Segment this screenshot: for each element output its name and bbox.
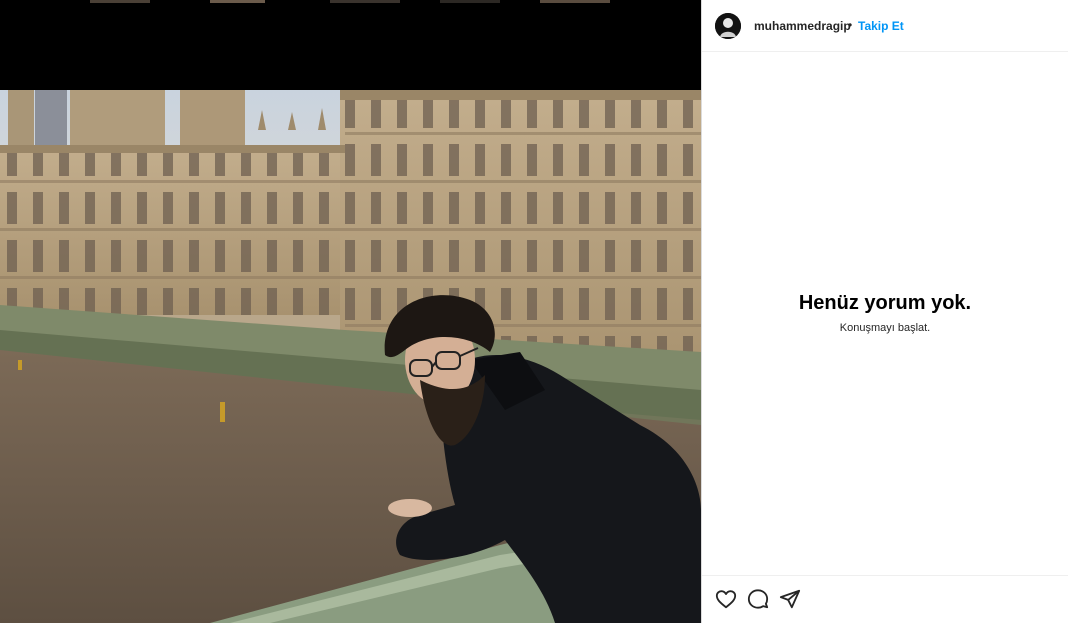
comment-icon [747, 588, 769, 610]
share-icon [779, 588, 801, 610]
heart-icon [715, 588, 737, 610]
like-button[interactable] [715, 588, 737, 610]
no-comments-title: Henüz yorum yok. [798, 292, 972, 314]
post-photo[interactable] [0, 90, 701, 623]
share-button[interactable] [779, 588, 801, 610]
post-media-pane [0, 0, 701, 623]
action-bar [702, 575, 1068, 623]
avatar[interactable] [715, 13, 741, 39]
post-header: muhammedragip • Takip Et [702, 0, 1068, 52]
top-thumbnail-strip [0, 0, 701, 3]
follow-button[interactable]: Takip Et [858, 19, 904, 33]
comment-button[interactable] [747, 588, 769, 610]
username-link[interactable]: muhammedragip [754, 19, 851, 33]
start-conversation-text: Konuşmayı başlat. [839, 322, 931, 334]
comments-panel: muhammedragip • Takip Et Henüz yorum yok… [701, 0, 1068, 623]
separator-dot: • [848, 18, 853, 32]
